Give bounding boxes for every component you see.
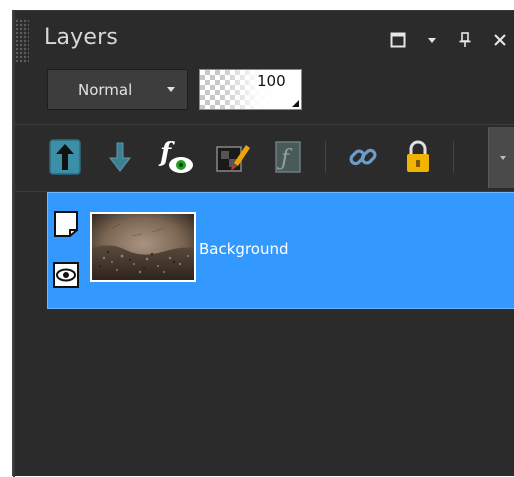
menu-caret-icon[interactable] xyxy=(421,29,443,51)
layers-panel: Layers Normal 100 f ƒ Background xyxy=(12,10,514,477)
pin-icon[interactable] xyxy=(454,29,476,51)
visibility-eye-icon[interactable] xyxy=(53,262,79,292)
toolbar-overflow-button[interactable] xyxy=(488,127,514,188)
move-layer-up-icon[interactable] xyxy=(45,137,85,177)
blend-mode-dropdown[interactable]: Normal xyxy=(47,69,188,110)
script-icon[interactable]: ƒ xyxy=(268,137,308,177)
toolbar-separator xyxy=(453,141,454,173)
layer-row-background[interactable]: Background xyxy=(47,192,514,309)
toolbar-separator xyxy=(325,141,326,173)
opacity-field[interactable]: 100 xyxy=(199,69,302,110)
maximize-icon[interactable] xyxy=(387,29,409,51)
link-icon[interactable] xyxy=(343,137,383,177)
close-icon[interactable] xyxy=(489,29,511,51)
layer-name: Background xyxy=(199,240,289,258)
layer-thumbnail xyxy=(90,212,196,282)
divider xyxy=(13,124,514,125)
chevron-down-icon xyxy=(167,87,175,92)
panel-edge xyxy=(13,11,15,477)
blend-mode-value: Normal xyxy=(78,81,133,99)
move-layer-down-icon[interactable] xyxy=(100,137,140,177)
resize-corner-icon xyxy=(292,100,299,107)
layer-effects-icon[interactable]: f xyxy=(157,137,197,177)
layer-type-icon xyxy=(53,210,79,242)
drag-grip[interactable] xyxy=(15,19,29,63)
layer-mask-icon[interactable] xyxy=(213,137,253,177)
opacity-value: 100 xyxy=(257,72,286,90)
lock-icon[interactable] xyxy=(398,137,438,177)
panel-title: Layers xyxy=(44,25,118,50)
chevron-down-icon xyxy=(499,155,506,160)
layers-toolbar: f ƒ xyxy=(13,127,514,189)
